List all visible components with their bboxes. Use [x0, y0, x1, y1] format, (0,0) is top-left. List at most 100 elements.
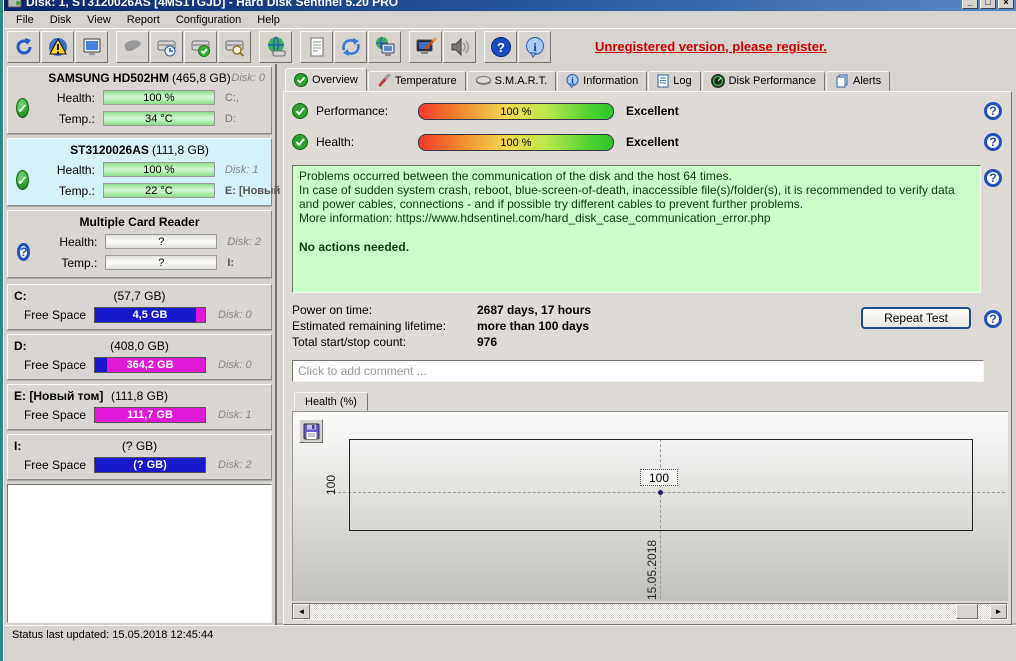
remaining-lifetime-value: more than 100 days	[477, 319, 589, 335]
report-document-button[interactable]	[300, 31, 333, 63]
window-title: Disk: 1, ST3120026AS [4MS1TGJD] - Hard D…	[26, 0, 960, 9]
save-chart-button[interactable]	[299, 419, 323, 443]
document-icon	[306, 36, 328, 58]
thermometer-icon	[377, 74, 391, 88]
temp-bar: ?	[105, 255, 217, 270]
message-help-icon[interactable]: ?	[984, 169, 1002, 187]
repeat-test-help-icon[interactable]: ?	[984, 310, 1002, 328]
disk-entry-st3120026as[interactable]: ST3120026AS (111,8 GB) ✓ Health: 100 % D…	[7, 138, 272, 206]
message-line: Problems occurred between the communicat…	[299, 169, 974, 183]
health-ok-icon	[292, 134, 308, 150]
chart-xtick: 15.05.2018	[645, 536, 661, 600]
health-help-icon[interactable]: ?	[984, 133, 1002, 151]
status-message-box: Problems occurred between the communicat…	[292, 165, 981, 293]
info-icon: i	[524, 36, 546, 58]
gauge-icon	[711, 74, 725, 88]
health-unknown-icon: ?	[17, 243, 30, 261]
free-space-bar: 364,2 GB	[94, 357, 206, 373]
disk-accept-button[interactable]	[184, 31, 217, 63]
about-button[interactable]: i	[518, 31, 551, 63]
disk-entry-samsung[interactable]: SAMSUNG HD502HM (465,8 GB) Disk: 0 ✓ Hea…	[7, 66, 272, 134]
scrollbar-track[interactable]	[310, 604, 990, 619]
health-ok-icon: ✓	[16, 98, 29, 118]
chart-canvas: 100 100 15.05.2018	[292, 411, 1008, 601]
disk-icon	[476, 74, 491, 88]
device-disabled-button[interactable]	[116, 31, 149, 63]
health-meter: 100 %	[418, 134, 614, 151]
message-line[interactable]: More information: https://www.hdsentinel…	[299, 211, 974, 225]
app-icon	[8, 0, 22, 9]
title-bar[interactable]: Disk: 1, ST3120026AS [4MS1TGJD] - Hard D…	[4, 0, 1016, 11]
disk-search-button[interactable]	[218, 31, 251, 63]
power-on-time-value: 2687 days, 17 hours	[477, 303, 591, 319]
repeat-test-button[interactable]: Repeat Test	[861, 307, 971, 329]
menu-help[interactable]: Help	[249, 13, 288, 27]
mail-sync-icon	[340, 36, 362, 58]
performance-label: Performance:	[316, 104, 418, 118]
refresh-icon	[13, 36, 35, 58]
remote-monitoring-button[interactable]	[368, 31, 401, 63]
chart-tab-health[interactable]: Health (%)	[294, 392, 368, 411]
report-warning-button[interactable]	[41, 31, 74, 63]
health-label: Health:	[316, 135, 418, 149]
menu-disk[interactable]: Disk	[42, 13, 79, 27]
close-button[interactable]: ×	[998, 0, 1014, 9]
tab-smart[interactable]: S.M.A.R.T.	[467, 71, 557, 91]
performance-meter: 100 %	[418, 103, 614, 120]
chart-data-point	[658, 490, 663, 495]
tab-disk-performance[interactable]: Disk Performance	[702, 71, 825, 91]
partition-entry-i[interactable]: I: (? GB) Free Space (? GB) Disk: 2	[7, 434, 272, 480]
scrollbar-thumb[interactable]	[956, 604, 978, 619]
chart-scrollbar[interactable]: ◄ ►	[292, 603, 1008, 620]
scroll-right-arrow[interactable]: ►	[990, 604, 1007, 619]
health-bar: 100 %	[103, 162, 215, 177]
minimize-button[interactable]: _	[962, 0, 978, 9]
main-window: Disk: 1, ST3120026AS [4MS1TGJD] - Hard D…	[3, 0, 1016, 661]
tab-information[interactable]: i Information	[557, 71, 647, 91]
tab-overview[interactable]: Overview	[285, 68, 367, 91]
performance-ok-icon	[292, 103, 308, 119]
disk-entry-card-reader[interactable]: Multiple Card Reader ? Health: ? Disk: 2…	[7, 210, 272, 278]
performance-help-icon[interactable]: ?	[984, 102, 1002, 120]
refresh-button[interactable]	[7, 31, 40, 63]
health-status: Excellent	[626, 135, 981, 149]
health-bar: ?	[105, 234, 217, 249]
unregistered-notice[interactable]: Unregistered version, please register.	[595, 39, 827, 54]
speaker-icon	[449, 36, 471, 58]
overview-check-icon	[294, 73, 308, 87]
partition-entry-d[interactable]: D: (408,0 GB) Free Space 364,2 GB Disk: …	[7, 334, 272, 380]
alert-pages-icon	[835, 74, 849, 88]
monitor-disk-icon	[81, 36, 103, 58]
tab-bar: Overview Temperature S.M.A.R.T. i Inform…	[283, 68, 1012, 91]
disk-list-empty-area	[7, 484, 272, 623]
temp-bar: 22 °C	[103, 183, 215, 198]
menu-bar: File Disk View Report Configuration Help	[4, 11, 1016, 28]
tab-alerts[interactable]: Alerts	[826, 71, 890, 91]
comment-input[interactable]	[292, 360, 984, 382]
menu-file[interactable]: File	[8, 13, 42, 27]
disk-surface-test-button[interactable]	[150, 31, 183, 63]
partition-entry-c[interactable]: C: (57,7 GB) Free Space 4,5 GB Disk: 0	[7, 284, 272, 330]
no-action-text: No actions needed.	[299, 240, 974, 254]
hardware-diagnostics-button[interactable]	[409, 31, 442, 63]
help-button[interactable]: ?	[484, 31, 517, 63]
toolbar: ? i Unregistered version, please registe…	[4, 28, 1016, 64]
overview-panel: Performance: 100 % Excellent ? Health: 1…	[283, 91, 1012, 625]
partition-entry-e[interactable]: E: [Новый том] (111,8 GB) Free Space 111…	[7, 384, 272, 430]
tab-temperature[interactable]: Temperature	[368, 71, 466, 91]
maximize-button[interactable]: □	[980, 0, 996, 9]
free-space-bar: (? GB)	[94, 457, 206, 473]
disk-check-icon	[190, 36, 212, 58]
disk-details-button[interactable]	[75, 31, 108, 63]
network-disks-button[interactable]	[259, 31, 292, 63]
free-space-bar: 4,5 GB	[94, 307, 206, 323]
tab-log[interactable]: Log	[648, 71, 700, 91]
sounds-button[interactable]	[443, 31, 476, 63]
free-space-bar: 111,7 GB	[94, 407, 206, 423]
info-balloon-icon: i	[566, 74, 579, 88]
send-report-button[interactable]	[334, 31, 367, 63]
scroll-left-arrow[interactable]: ◄	[293, 604, 310, 619]
menu-report[interactable]: Report	[119, 13, 168, 27]
menu-configuration[interactable]: Configuration	[168, 13, 249, 27]
menu-view[interactable]: View	[79, 13, 119, 27]
